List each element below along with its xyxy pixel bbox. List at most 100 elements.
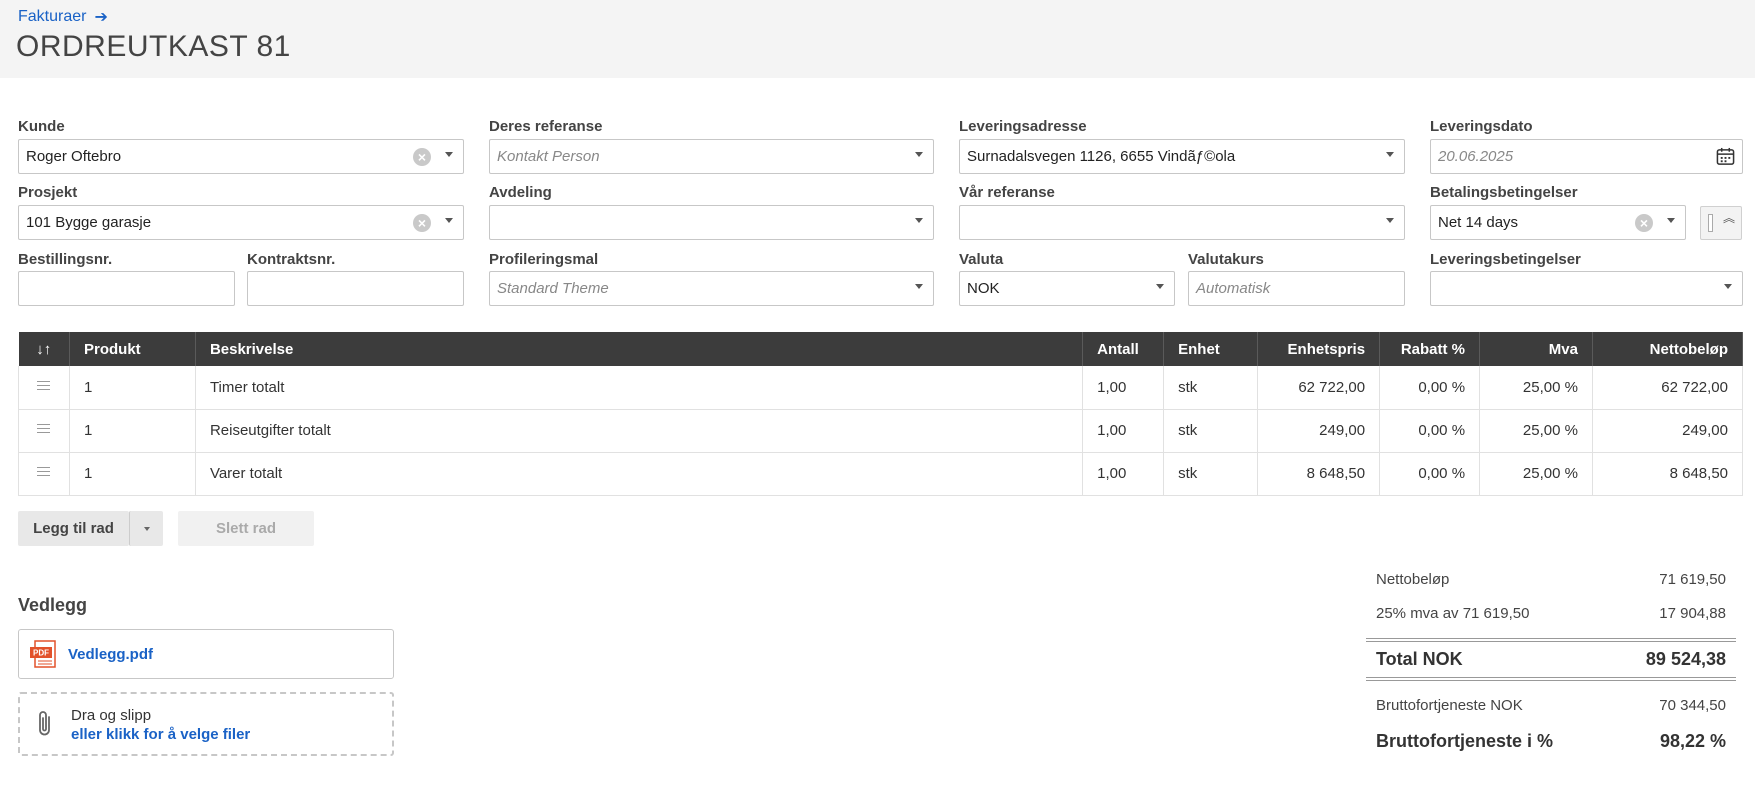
- rabatt-column-header[interactable]: Rabatt %: [1379, 332, 1481, 366]
- antall-column-header[interactable]: Antall: [1082, 332, 1165, 366]
- mva-total-row: 25% mva av 71 619,50 17 904,88: [1376, 605, 1726, 622]
- attachment-file-name[interactable]: Vedlegg.pdf: [68, 646, 153, 663]
- enhet-cell[interactable]: stk: [1163, 409, 1259, 453]
- enhetspris-column-header[interactable]: Enhetspris: [1257, 332, 1381, 366]
- netto-total-row: Nettobeløp 71 619,50: [1376, 571, 1726, 588]
- valuta-label: Valuta: [959, 251, 1004, 268]
- grand-total-label: Total NOK: [1376, 649, 1463, 669]
- antall-cell[interactable]: 1,00: [1082, 409, 1165, 453]
- table-row[interactable]: 1 Timer totalt 1,00 stk 62 722,00 0,00 %…: [18, 366, 1744, 410]
- file-dropzone[interactable]: Dra og slipp eller klikk for å velge fil…: [18, 692, 394, 756]
- leveringsadresse-select[interactable]: Surnadalsvegen 1126, 6655 Vindãƒ©ola: [959, 139, 1405, 174]
- rabatt-cell[interactable]: 0,00 %: [1379, 366, 1481, 410]
- antall-cell[interactable]: 1,00: [1082, 366, 1165, 410]
- drag-handle-icon[interactable]: [37, 378, 51, 393]
- beskrivelse-column-header[interactable]: Beskrivelse: [195, 332, 1084, 366]
- produkt-cell[interactable]: 1: [69, 409, 196, 453]
- chevron-down-icon[interactable]: [445, 152, 453, 157]
- arrow-right-icon: ➔: [94, 9, 108, 26]
- pdf-icon-label: PDF: [33, 649, 49, 658]
- netto-cell: 249,00: [1592, 409, 1744, 453]
- avdeling-select[interactable]: [489, 205, 934, 240]
- prosjekt-value: 101 Bygge garasje: [26, 214, 152, 231]
- collapse-toggle-button[interactable]: ︽: [1700, 206, 1742, 240]
- valuta-select[interactable]: NOK: [959, 271, 1175, 306]
- enhetspris-cell[interactable]: 249,00: [1257, 409, 1381, 453]
- chevron-down-icon[interactable]: [1386, 218, 1394, 223]
- mva-cell[interactable]: 25,00 %: [1479, 366, 1593, 410]
- breadcrumb-label[interactable]: Fakturaer: [18, 8, 86, 26]
- table-row[interactable]: 1 Varer totalt 1,00 stk 8 648,50 0,00 % …: [18, 452, 1744, 496]
- sort-column-header[interactable]: ↓↑: [18, 332, 70, 366]
- brutto-value: 70 344,50: [1659, 697, 1726, 714]
- chevron-down-icon[interactable]: [1724, 284, 1732, 289]
- prosjekt-select[interactable]: 101 Bygge garasje ×: [18, 205, 464, 240]
- dropzone-browse-link[interactable]: eller klikk for å velge filer: [71, 726, 250, 743]
- delete-row-button[interactable]: Slett rad: [178, 511, 314, 546]
- chevron-down-icon[interactable]: [1156, 284, 1164, 289]
- table-header-row: ↓↑ Produkt Beskrivelse Antall Enhet Enhe…: [18, 332, 1744, 366]
- beskrivelse-cell[interactable]: Varer totalt: [195, 452, 1084, 496]
- mva-column-header[interactable]: Mva: [1479, 332, 1593, 366]
- rabatt-cell[interactable]: 0,00 %: [1379, 409, 1481, 453]
- brutto-row: Bruttofortjeneste NOK 70 344,50: [1376, 697, 1726, 714]
- dropzone-text: Dra og slipp: [71, 707, 152, 724]
- drag-handle-icon[interactable]: [37, 464, 51, 479]
- add-row-dropdown-button[interactable]: [129, 511, 163, 546]
- enhet-cell[interactable]: stk: [1163, 366, 1259, 410]
- antall-cell[interactable]: 1,00: [1082, 452, 1165, 496]
- leveringsdato-input[interactable]: 20.06.2025: [1430, 139, 1743, 174]
- drag-handle-cell[interactable]: [18, 409, 70, 453]
- clear-icon[interactable]: ×: [1635, 214, 1653, 232]
- netto-column-header[interactable]: Nettobeløp: [1592, 332, 1744, 366]
- bestillingsnr-input[interactable]: [18, 271, 235, 306]
- produkt-cell[interactable]: 1: [69, 366, 196, 410]
- mva-cell[interactable]: 25,00 %: [1479, 452, 1593, 496]
- beskrivelse-cell[interactable]: Timer totalt: [195, 366, 1084, 410]
- brutto-label: Bruttofortjeneste NOK: [1376, 697, 1523, 714]
- profileringsmal-placeholder: Standard Theme: [497, 280, 609, 297]
- deres-referanse-select[interactable]: Kontakt Person: [489, 139, 934, 174]
- kunde-label: Kunde: [18, 118, 65, 135]
- table-row[interactable]: 1 Reiseutgifter totalt 1,00 stk 249,00 0…: [18, 409, 1744, 453]
- chevron-down-icon[interactable]: [915, 218, 923, 223]
- chevron-down-icon[interactable]: [1667, 218, 1675, 223]
- enhetspris-cell[interactable]: 8 648,50: [1257, 452, 1381, 496]
- enhetspris-cell[interactable]: 62 722,00: [1257, 366, 1381, 410]
- betalingsbetingelser-select[interactable]: Net 14 days ×: [1430, 205, 1686, 240]
- valutakurs-input[interactable]: Automatisk: [1188, 271, 1405, 306]
- kunde-select[interactable]: Roger Oftebro ×: [18, 139, 464, 174]
- profileringsmal-label: Profileringsmal: [489, 251, 599, 268]
- add-row-button[interactable]: Legg til rad: [18, 511, 129, 546]
- breadcrumb-fakturaer[interactable]: Fakturaer ➔: [18, 7, 108, 27]
- chevron-down-icon: [143, 526, 150, 531]
- page-title: ORDREUTKAST 81: [16, 30, 291, 63]
- clear-icon[interactable]: ×: [413, 148, 431, 166]
- deres-referanse-placeholder: Kontakt Person: [497, 148, 600, 165]
- leveringsbetingelser-select[interactable]: [1430, 271, 1743, 306]
- var-referanse-label: Vår referanse: [959, 184, 1055, 201]
- clear-icon[interactable]: ×: [413, 214, 431, 232]
- attachment-file-item[interactable]: PDF Vedlegg.pdf: [18, 629, 394, 679]
- var-referanse-select[interactable]: [959, 205, 1405, 240]
- enhet-cell[interactable]: stk: [1163, 452, 1259, 496]
- chevron-down-icon[interactable]: [1386, 152, 1394, 157]
- drag-handle-cell[interactable]: [18, 366, 70, 410]
- calendar-icon[interactable]: [1716, 147, 1735, 166]
- mva-cell[interactable]: 25,00 %: [1479, 409, 1593, 453]
- leveringsadresse-value: Surnadalsvegen 1126, 6655 Vindãƒ©ola: [967, 148, 1236, 165]
- chevron-down-icon[interactable]: [915, 152, 923, 157]
- rabatt-cell[interactable]: 0,00 %: [1379, 452, 1481, 496]
- beskrivelse-cell[interactable]: Reiseutgifter totalt: [195, 409, 1084, 453]
- produkt-column-header[interactable]: Produkt: [69, 332, 196, 366]
- chevron-down-icon[interactable]: [915, 284, 923, 289]
- grand-total-value: 89 524,38: [1645, 649, 1726, 669]
- enhet-column-header[interactable]: Enhet: [1163, 332, 1259, 366]
- chevron-down-icon[interactable]: [445, 218, 453, 223]
- drag-handle-cell[interactable]: [18, 452, 70, 496]
- kontraktsnr-input[interactable]: [247, 271, 464, 306]
- netto-cell: 62 722,00: [1592, 366, 1744, 410]
- profileringsmal-select[interactable]: Standard Theme: [489, 271, 934, 306]
- drag-handle-icon[interactable]: [37, 421, 51, 436]
- produkt-cell[interactable]: 1: [69, 452, 196, 496]
